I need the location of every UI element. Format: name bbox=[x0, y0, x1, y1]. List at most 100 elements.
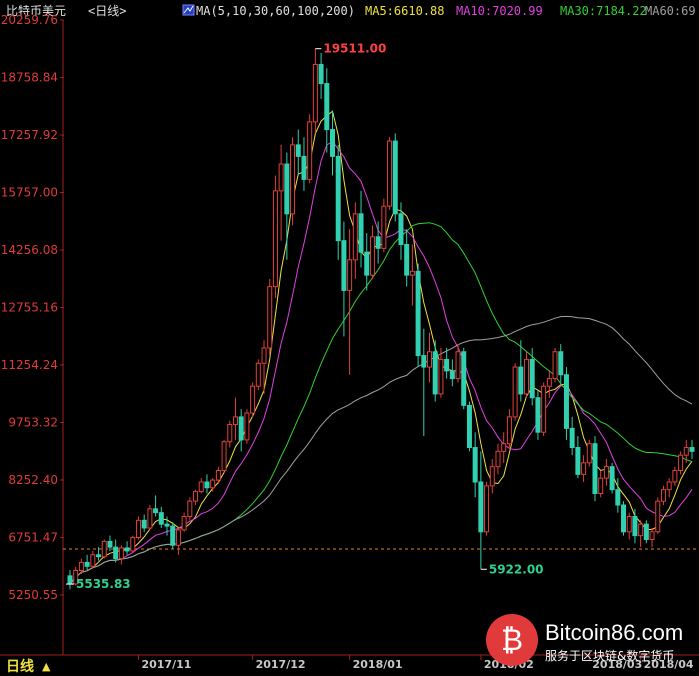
candle-body bbox=[335, 155, 341, 242]
candle-body bbox=[683, 447, 689, 456]
candle-body bbox=[301, 155, 307, 180]
candle-body bbox=[478, 481, 484, 533]
candle-body bbox=[444, 358, 450, 372]
candle bbox=[427, 332, 433, 383]
y-tick-label: 6751.47 bbox=[8, 531, 58, 545]
candle-body bbox=[170, 525, 176, 546]
start-low-label: 5535.83 bbox=[76, 577, 131, 591]
candle bbox=[141, 514, 147, 532]
candle bbox=[466, 401, 472, 452]
candle-body bbox=[210, 479, 216, 489]
candle-body bbox=[609, 466, 615, 491]
candle-body bbox=[649, 531, 655, 540]
candle bbox=[541, 382, 547, 437]
candle-body bbox=[193, 491, 199, 502]
candle bbox=[84, 554, 90, 571]
period-button-arrow: ▲ bbox=[42, 660, 51, 673]
candle bbox=[626, 512, 632, 540]
candle-body bbox=[267, 286, 273, 349]
candle-body bbox=[398, 213, 404, 245]
candle-body bbox=[643, 523, 649, 540]
candle-body bbox=[672, 470, 678, 483]
ma-settings-icon[interactable] bbox=[182, 4, 195, 16]
candle-body bbox=[466, 404, 472, 449]
candle-body bbox=[541, 385, 547, 433]
candle-body bbox=[250, 385, 256, 414]
candle bbox=[387, 137, 393, 211]
candle bbox=[592, 436, 598, 502]
candle bbox=[621, 501, 627, 536]
candle-body bbox=[147, 508, 153, 529]
candle bbox=[130, 535, 136, 553]
candle-body bbox=[518, 366, 524, 395]
candle bbox=[193, 489, 199, 505]
candle-body bbox=[278, 163, 284, 192]
candle-body bbox=[124, 547, 130, 552]
candle-body bbox=[107, 540, 113, 548]
candle-body bbox=[432, 351, 438, 395]
candle bbox=[312, 48, 318, 134]
candle-body bbox=[307, 121, 313, 180]
candle-body bbox=[501, 443, 507, 452]
candle-body bbox=[67, 575, 73, 585]
candle bbox=[489, 459, 495, 494]
watermark-slogan: 服务于区块链&数字货币 bbox=[545, 648, 674, 663]
candle bbox=[552, 347, 558, 383]
candle bbox=[409, 244, 415, 306]
candle-body bbox=[284, 163, 290, 215]
candle-body bbox=[130, 537, 136, 552]
candle-body bbox=[409, 270, 415, 276]
candle-body bbox=[552, 351, 558, 380]
x-tick-label: 2018/01 bbox=[353, 658, 403, 671]
candle bbox=[581, 455, 587, 483]
candle bbox=[506, 409, 512, 448]
candle-body bbox=[638, 523, 644, 537]
y-tick-label: 12755.16 bbox=[1, 300, 58, 314]
candle-body bbox=[295, 144, 301, 157]
period-button-label: 日线 bbox=[6, 658, 34, 675]
candle bbox=[244, 409, 250, 444]
ma-spec: MA(5,10,30,60,100,200) bbox=[196, 4, 355, 18]
candle-body bbox=[113, 546, 119, 560]
candle-body bbox=[375, 236, 381, 249]
candle-body bbox=[689, 447, 695, 452]
candle bbox=[449, 359, 455, 387]
candle-body bbox=[421, 355, 427, 368]
candle bbox=[495, 443, 501, 475]
candle bbox=[250, 382, 256, 417]
candle-body bbox=[153, 508, 159, 514]
candle bbox=[586, 439, 592, 467]
candle bbox=[335, 144, 341, 260]
x-tick-label: 2017/11 bbox=[141, 658, 191, 671]
candle bbox=[358, 190, 364, 268]
candle bbox=[347, 229, 353, 375]
candle bbox=[643, 520, 649, 544]
candle bbox=[603, 459, 609, 486]
candle bbox=[632, 508, 638, 544]
candle-body bbox=[461, 351, 467, 406]
candle bbox=[90, 550, 96, 569]
candle-body bbox=[529, 358, 535, 399]
y-tick-label: 17257.92 bbox=[1, 128, 58, 142]
y-tick-label: 20259.76 bbox=[1, 13, 58, 27]
annotations: 19511.00 5922.00 5535.83 bbox=[66, 42, 544, 591]
candle bbox=[529, 347, 535, 406]
y-tick-label: 18758.84 bbox=[1, 70, 58, 84]
candle-body bbox=[181, 515, 187, 531]
candle bbox=[575, 436, 581, 479]
candle-body bbox=[415, 270, 421, 357]
ma30-value: MA30:7184.22 bbox=[560, 4, 647, 18]
candle bbox=[227, 420, 233, 448]
period-button[interactable]: 日线 ▲ bbox=[0, 656, 62, 676]
y-tick-label: 11254.24 bbox=[1, 358, 58, 372]
candle bbox=[392, 133, 398, 222]
candle bbox=[660, 485, 666, 505]
candle-body bbox=[569, 427, 575, 449]
candle bbox=[432, 340, 438, 402]
header-bar: 比特币美元 <日线> MA(5,10,30,60,100,200) MA5:66… bbox=[6, 3, 696, 18]
candle-body bbox=[341, 240, 347, 291]
candle-body bbox=[244, 412, 250, 441]
candle-body bbox=[455, 351, 461, 380]
chart: 比特币美元 <日线> MA(5,10,30,60,100,200) MA5:66… bbox=[0, 3, 699, 676]
candle-body bbox=[272, 190, 278, 288]
